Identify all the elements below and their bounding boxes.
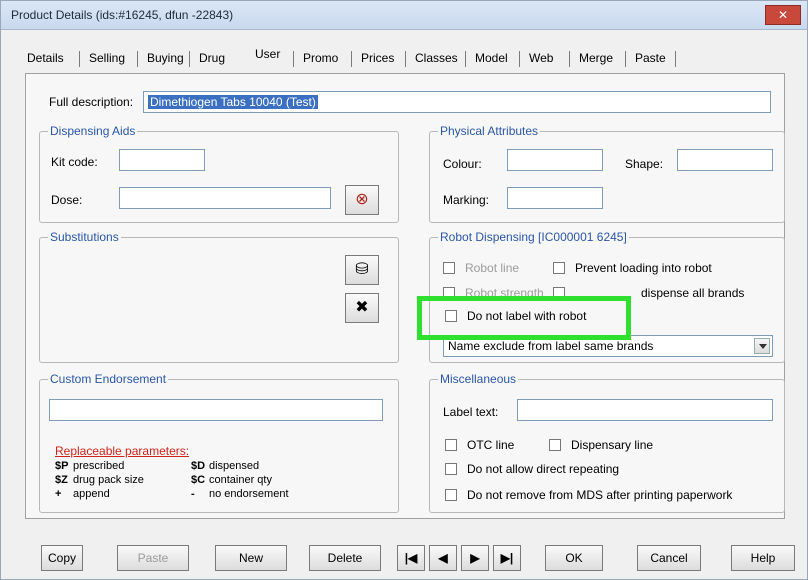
prevent-loading-label: Prevent loading into robot — [575, 261, 712, 275]
custom-endorsement-input[interactable] — [49, 399, 383, 421]
full-description-input[interactable]: Dimethiogen Tabs 10040 (Test) — [143, 91, 771, 113]
otc-line-label: OTC line — [467, 438, 515, 452]
colour-input[interactable] — [507, 149, 603, 171]
colour-label: Colour: — [443, 157, 482, 171]
dose-input[interactable] — [119, 187, 331, 209]
physical-attributes-title: Physical Attributes — [438, 124, 541, 138]
chevron-down-icon[interactable] — [754, 338, 770, 354]
do-not-remove-checkbox[interactable] — [445, 489, 457, 501]
previous-record-button[interactable]: ◀ — [429, 545, 457, 571]
next-record-button[interactable]: ▶ — [461, 545, 489, 571]
new-button[interactable]: New — [215, 545, 287, 571]
close-button[interactable]: ✕ — [765, 5, 801, 25]
kit-code-label: Kit code: — [51, 155, 98, 169]
param-drug-pack-size: $Z drug pack size — [55, 474, 144, 486]
param-no-endorsement: - no endorsement — [191, 488, 289, 500]
first-record-button[interactable]: |◀ — [397, 545, 425, 571]
highlight-box — [417, 296, 631, 340]
param-container-qty: $C container qty — [191, 474, 272, 486]
help-button[interactable]: Help — [731, 545, 795, 571]
tab-prices[interactable]: Prices — [359, 51, 396, 65]
substitutions-title: Substitutions — [48, 230, 121, 244]
tab-promo[interactable]: Promo — [301, 51, 340, 65]
tab-strip: Details Selling Buying Drug User Promo P… — [25, 47, 783, 73]
miscellaneous-title: Miscellaneous — [438, 372, 519, 386]
cancel-button[interactable]: Cancel — [637, 545, 701, 571]
product-details-window: Product Details (ids:#16245, dfun -22843… — [0, 0, 808, 580]
tab-details[interactable]: Details — [25, 51, 66, 65]
dispensary-line-checkbox[interactable] — [549, 439, 561, 451]
full-description-label: Full description: — [49, 95, 134, 109]
custom-endorsement-title: Custom Endorsement — [48, 372, 169, 386]
window-title: Product Details (ids:#16245, dfun -22843… — [11, 8, 234, 22]
copy-button[interactable]: Copy — [41, 545, 83, 571]
shape-input[interactable] — [677, 149, 773, 171]
brands-select-value: Name exclude from label same brands — [448, 339, 654, 353]
tab-web[interactable]: Web — [527, 51, 555, 65]
dose-label: Dose: — [51, 193, 83, 207]
param-dispensed: $D dispensed — [191, 460, 260, 472]
do-not-allow-repeating-checkbox[interactable] — [445, 463, 457, 475]
dispensary-line-label: Dispensary line — [571, 438, 654, 452]
otc-line-checkbox[interactable] — [445, 439, 457, 451]
prevent-loading-checkbox[interactable] — [553, 262, 565, 274]
robot-line-checkbox[interactable] — [443, 262, 455, 274]
label-text-label: Label text: — [443, 405, 499, 419]
tab-buying[interactable]: Buying — [145, 51, 186, 65]
label-text-input[interactable] — [517, 399, 773, 421]
binoculars-icon[interactable]: ⛁ — [345, 255, 379, 285]
paste-button[interactable]: Paste — [117, 545, 189, 571]
tab-drug[interactable]: Drug — [197, 51, 227, 65]
kit-code-input[interactable] — [119, 149, 205, 171]
last-record-button[interactable]: ▶| — [493, 545, 521, 571]
tab-merge[interactable]: Merge — [577, 51, 615, 65]
physical-attributes-group: Physical Attributes — [429, 124, 785, 223]
param-prescribed: $P prescribed — [55, 460, 125, 472]
tab-model[interactable]: Model — [473, 51, 510, 65]
tab-classes[interactable]: Classes — [413, 51, 460, 65]
tab-user[interactable]: User — [253, 47, 282, 61]
title-bar: Product Details (ids:#16245, dfun -22843… — [1, 1, 807, 30]
remove-substitution-icon[interactable]: ✖ — [345, 293, 379, 323]
dispensing-aids-title: Dispensing Aids — [48, 124, 138, 138]
delete-button[interactable]: Delete — [309, 545, 381, 571]
dispense-all-brands-label: dispense all brands — [641, 286, 745, 300]
do-not-allow-repeating-label: Do not allow direct repeating — [467, 462, 620, 476]
marking-input[interactable] — [507, 187, 603, 209]
shape-label: Shape: — [625, 157, 664, 171]
replaceable-parameters-title: Replaceable parameters: — [55, 444, 190, 458]
robot-dispensing-title: Robot Dispensing [IC000001 6245] — [438, 230, 629, 244]
do-not-remove-label: Do not remove from MDS after printing pa… — [467, 488, 733, 502]
dose-picker-icon[interactable]: ⊗ — [345, 185, 379, 215]
robot-line-label: Robot line — [465, 261, 520, 275]
marking-label: Marking: — [443, 193, 490, 207]
ok-button[interactable]: OK — [545, 545, 603, 571]
tab-paste[interactable]: Paste — [633, 51, 668, 65]
param-append: + append — [55, 488, 110, 500]
tab-selling[interactable]: Selling — [87, 51, 127, 65]
